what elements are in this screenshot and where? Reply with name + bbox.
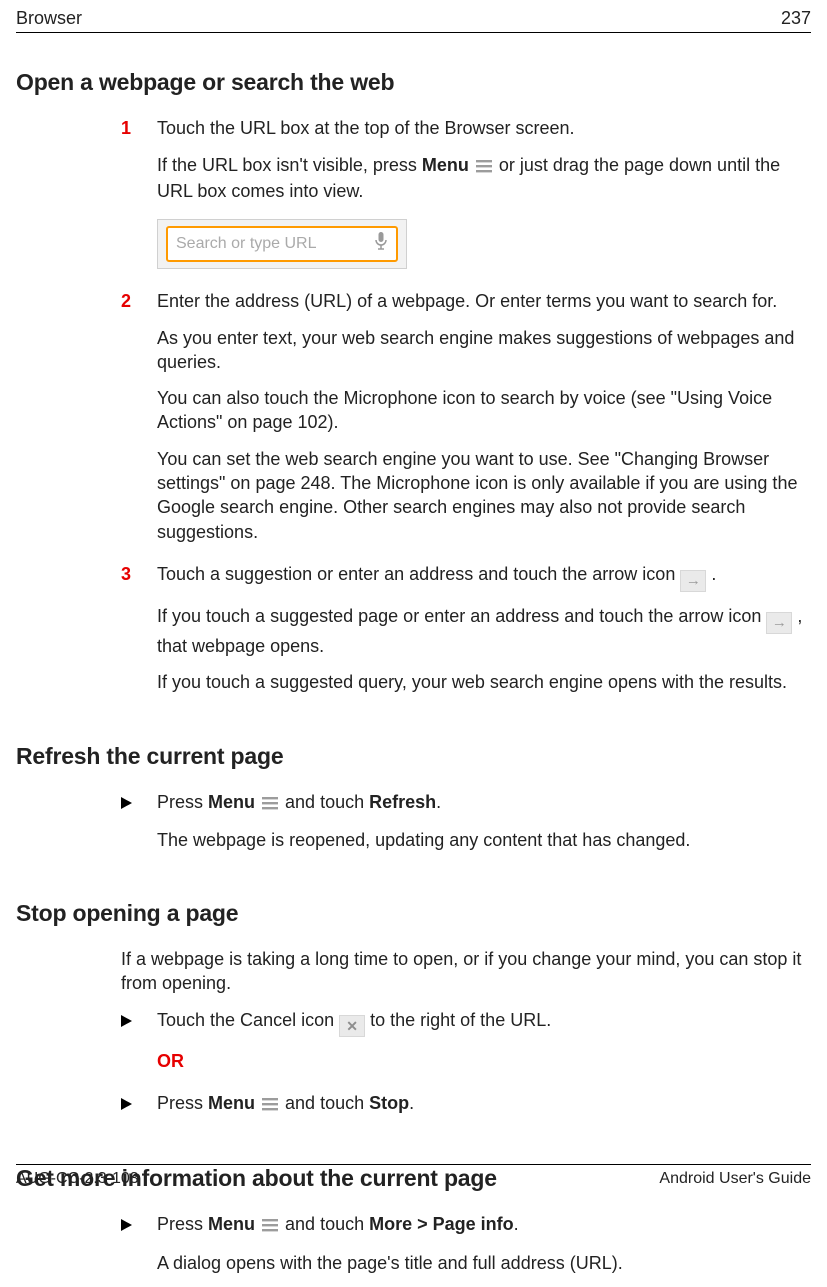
footer-guide-title: Android User's Guide (659, 1168, 811, 1190)
menu-icon (262, 1214, 278, 1238)
microphone-icon[interactable] (374, 231, 388, 258)
stop-cancel-line: Touch the Cancel icon ✕ to the right of … (157, 1008, 806, 1037)
pageinfo-line2: A dialog opens with the page's title and… (157, 1251, 806, 1275)
or-separator: OR (157, 1049, 806, 1073)
menu-label: Menu (208, 1093, 255, 1113)
menu-icon (262, 1093, 278, 1117)
page-header: Browser 237 (16, 6, 811, 33)
stop-intro: If a webpage is taking a long time to op… (121, 947, 806, 996)
step-2: 2 Enter the address (URL) of a webpage. … (121, 289, 806, 556)
step2-line1: Enter the address (URL) of a webpage. Or… (157, 289, 806, 313)
page-footer: AUG-CC-2.3-103 Android User's Guide (16, 1164, 811, 1190)
pageinfo-line1: Press Menu and touch More > Page info. (157, 1212, 806, 1238)
more-pageinfo-label: More > Page info (369, 1214, 514, 1234)
step2-line2: As you enter text, your web search engin… (157, 326, 806, 375)
step2-line4: You can set the web search engine you wa… (157, 447, 806, 544)
step-number: 3 (121, 562, 157, 707)
refresh-line2: The webpage is reopened, updating any co… (157, 828, 806, 852)
step-1: 1 Touch the URL box at the top of the Br… (121, 116, 806, 283)
step1-line1: Touch the URL box at the top of the Brow… (157, 116, 806, 140)
step3-line2: If you touch a suggested page or enter a… (157, 604, 806, 658)
footer-docid: AUG-CC-2.3-103 (16, 1168, 139, 1190)
url-placeholder: Search or type URL (176, 233, 364, 255)
header-chapter: Browser (16, 6, 82, 30)
url-bar-screenshot: Search or type URL (157, 219, 407, 269)
menu-label: Menu (208, 792, 255, 812)
step-number: 2 (121, 289, 157, 556)
stop-label: Stop (369, 1093, 409, 1113)
bullet-page-info: Press Menu and touch More > Page info. A… (121, 1212, 806, 1287)
step2-line3: You can also touch the Microphone icon t… (157, 386, 806, 435)
cancel-icon: ✕ (339, 1015, 365, 1037)
header-page-number: 237 (781, 6, 811, 30)
step-number: 1 (121, 116, 157, 283)
bullet-stop-cancel: Touch the Cancel icon ✕ to the right of … (121, 1008, 806, 1085)
bullet-stop-menu: Press Menu and touch Stop. (121, 1091, 806, 1129)
heading-open-webpage: Open a webpage or search the web (16, 67, 811, 98)
heading-stop: Stop opening a page (16, 898, 811, 929)
menu-icon (262, 792, 278, 816)
step3-line3: If you touch a suggested query, your web… (157, 670, 806, 694)
step1-line2: If the URL box isn't visible, press Menu… (157, 153, 806, 204)
url-bar[interactable]: Search or type URL (166, 226, 398, 262)
stop-menu-line: Press Menu and touch Stop. (157, 1091, 806, 1117)
triangle-bullet-icon (121, 790, 157, 865)
step3-line1: Touch a suggestion or enter an address a… (157, 562, 806, 592)
heading-refresh: Refresh the current page (16, 741, 811, 772)
menu-label: Menu (208, 1214, 255, 1234)
triangle-bullet-icon (121, 1008, 157, 1085)
refresh-label: Refresh (369, 792, 436, 812)
go-arrow-icon: → (766, 612, 792, 634)
refresh-line1: Press Menu and touch Refresh. (157, 790, 806, 816)
triangle-bullet-icon (121, 1091, 157, 1129)
triangle-bullet-icon (121, 1212, 157, 1287)
menu-icon (476, 155, 492, 179)
menu-label: Menu (422, 155, 469, 175)
bullet-refresh: Press Menu and touch Refresh. The webpag… (121, 790, 806, 865)
step-3: 3 Touch a suggestion or enter an address… (121, 562, 806, 707)
go-arrow-icon: → (680, 570, 706, 592)
